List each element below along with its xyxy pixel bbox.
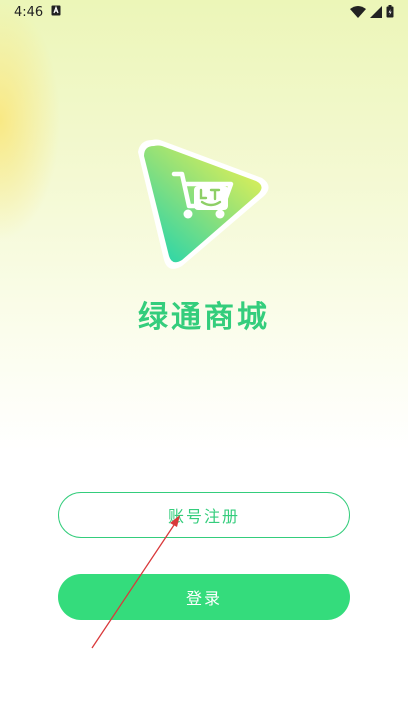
cart-smile-logo-icon — [138, 139, 269, 269]
status-time: 4:46 — [14, 4, 44, 20]
signal-icon — [370, 3, 382, 22]
register-button-label: 账号注册 — [167, 507, 240, 526]
login-button[interactable]: 登录 — [58, 574, 350, 620]
notification-a-icon — [51, 5, 61, 20]
app-name: 绿通商城 — [138, 300, 270, 335]
login-button-label: 登录 — [185, 589, 222, 608]
status-left: 4:46 — [14, 5, 61, 20]
status-right — [350, 3, 394, 22]
battery-icon — [386, 3, 394, 22]
status-bar: 4:46 — [0, 0, 408, 24]
register-button[interactable]: 账号注册 — [58, 492, 350, 538]
wifi-icon — [350, 3, 366, 22]
